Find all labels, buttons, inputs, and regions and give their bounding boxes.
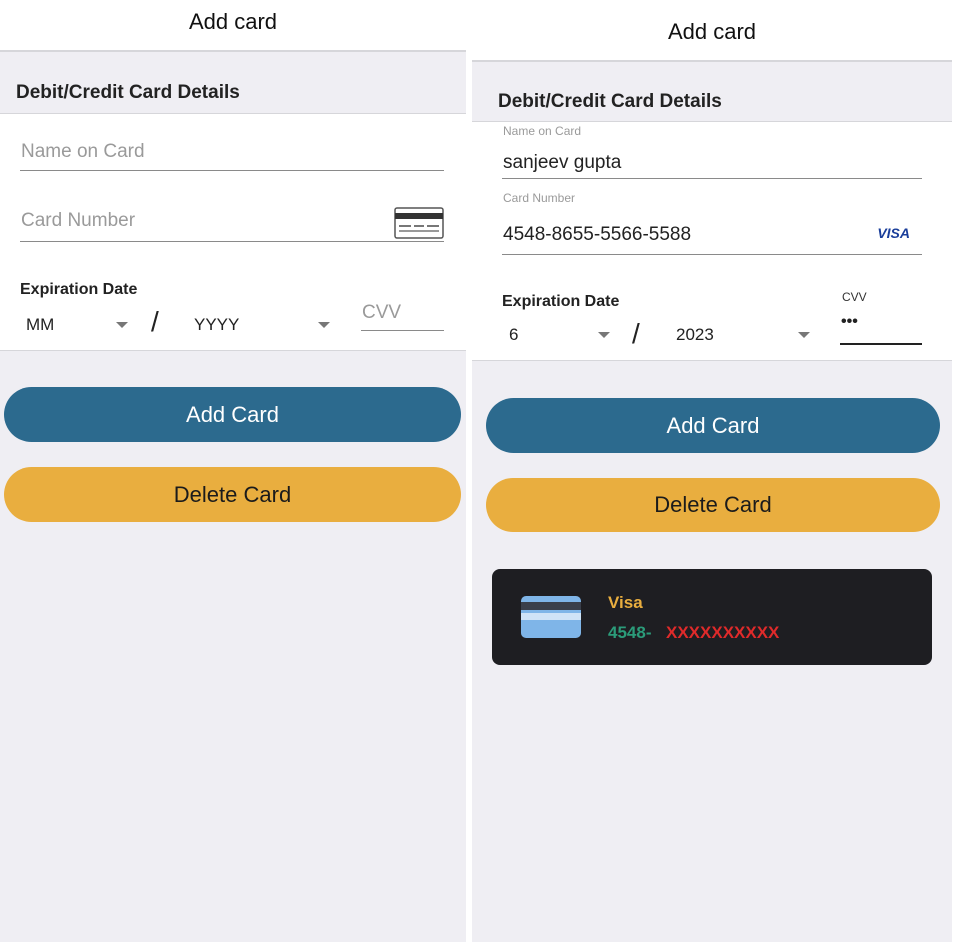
year-select[interactable]: 2023 [670, 315, 820, 349]
date-separator: / [151, 306, 159, 337]
screenshot-stage: Add card Debit/Credit Card Details Name … [0, 0, 960, 952]
year-select-value: YYYY [194, 315, 240, 334]
add-card-screen-empty: Add card Debit/Credit Card Details Name … [0, 0, 466, 942]
credit-card-icon [521, 596, 581, 638]
header-title: Add card [188, 9, 278, 34]
add-card-button[interactable]: Add Card [486, 398, 940, 453]
name-on-card-input[interactable]: Name on Card [20, 138, 444, 171]
name-on-card-label: Name on Card [503, 124, 582, 138]
month-select-value: 6 [509, 325, 519, 344]
cvv-input[interactable]: CVV [361, 302, 444, 331]
saved-card-item[interactable]: Visa 4548- XXXXXXXXXX [492, 569, 932, 665]
chevron-down-icon [598, 332, 610, 338]
year-select-value: 2023 [676, 325, 714, 344]
app-header: Add card [472, 0, 952, 62]
month-select[interactable]: MM [20, 304, 140, 338]
saved-card-brand: Visa [608, 593, 643, 612]
card-number-placeholder: Card Number [21, 210, 136, 231]
saved-card-number-prefix: 4548- [608, 623, 652, 642]
card-number-value: 4548-8655-5566-5588 [503, 224, 692, 245]
header-title: Add card [667, 19, 757, 44]
card-number-input[interactable]: Card Number [20, 204, 444, 242]
visa-logo-icon: VISA [877, 225, 910, 241]
delete-card-button[interactable]: Delete Card [486, 478, 940, 532]
date-separator: / [632, 318, 640, 349]
card-number-input[interactable]: 4548-8655-5566-5588 VISA [502, 210, 922, 255]
cvv-label: CVV [842, 290, 867, 304]
app-header: Add card [0, 0, 466, 52]
add-card-button[interactable]: Add Card [4, 387, 461, 442]
generic-card-icon [394, 207, 444, 239]
cvv-value: ••• [841, 313, 858, 330]
add-card-screen-filled: Add card Debit/Credit Card Details Name … [472, 0, 952, 942]
chevron-down-icon [116, 322, 128, 328]
card-number-label: Card Number [503, 191, 576, 205]
month-select[interactable]: 6 [502, 315, 612, 349]
chevron-down-icon [318, 322, 330, 328]
name-on-card-placeholder: Name on Card [21, 141, 145, 162]
month-select-value: MM [26, 315, 55, 334]
cvv-placeholder: CVV [362, 302, 402, 323]
saved-card-number-masked: XXXXXXXXXX [666, 623, 780, 642]
card-form: Name on Card Card Number Expiration Date… [0, 113, 466, 351]
cvv-input[interactable]: ••• [840, 313, 922, 345]
expiration-date-label: Expiration Date [502, 293, 620, 310]
card-form: Name on Card sanjeev gupta Card Number 4… [472, 121, 952, 361]
section-title: Debit/Credit Card Details [498, 91, 722, 112]
delete-card-button[interactable]: Delete Card [4, 467, 461, 522]
name-on-card-value: sanjeev gupta [503, 152, 622, 173]
expiration-date-label: Expiration Date [20, 281, 138, 298]
year-select[interactable]: YYYY [188, 304, 344, 338]
section-title: Debit/Credit Card Details [16, 82, 240, 103]
name-on-card-input[interactable]: sanjeev gupta [502, 144, 922, 179]
chevron-down-icon [798, 332, 810, 338]
